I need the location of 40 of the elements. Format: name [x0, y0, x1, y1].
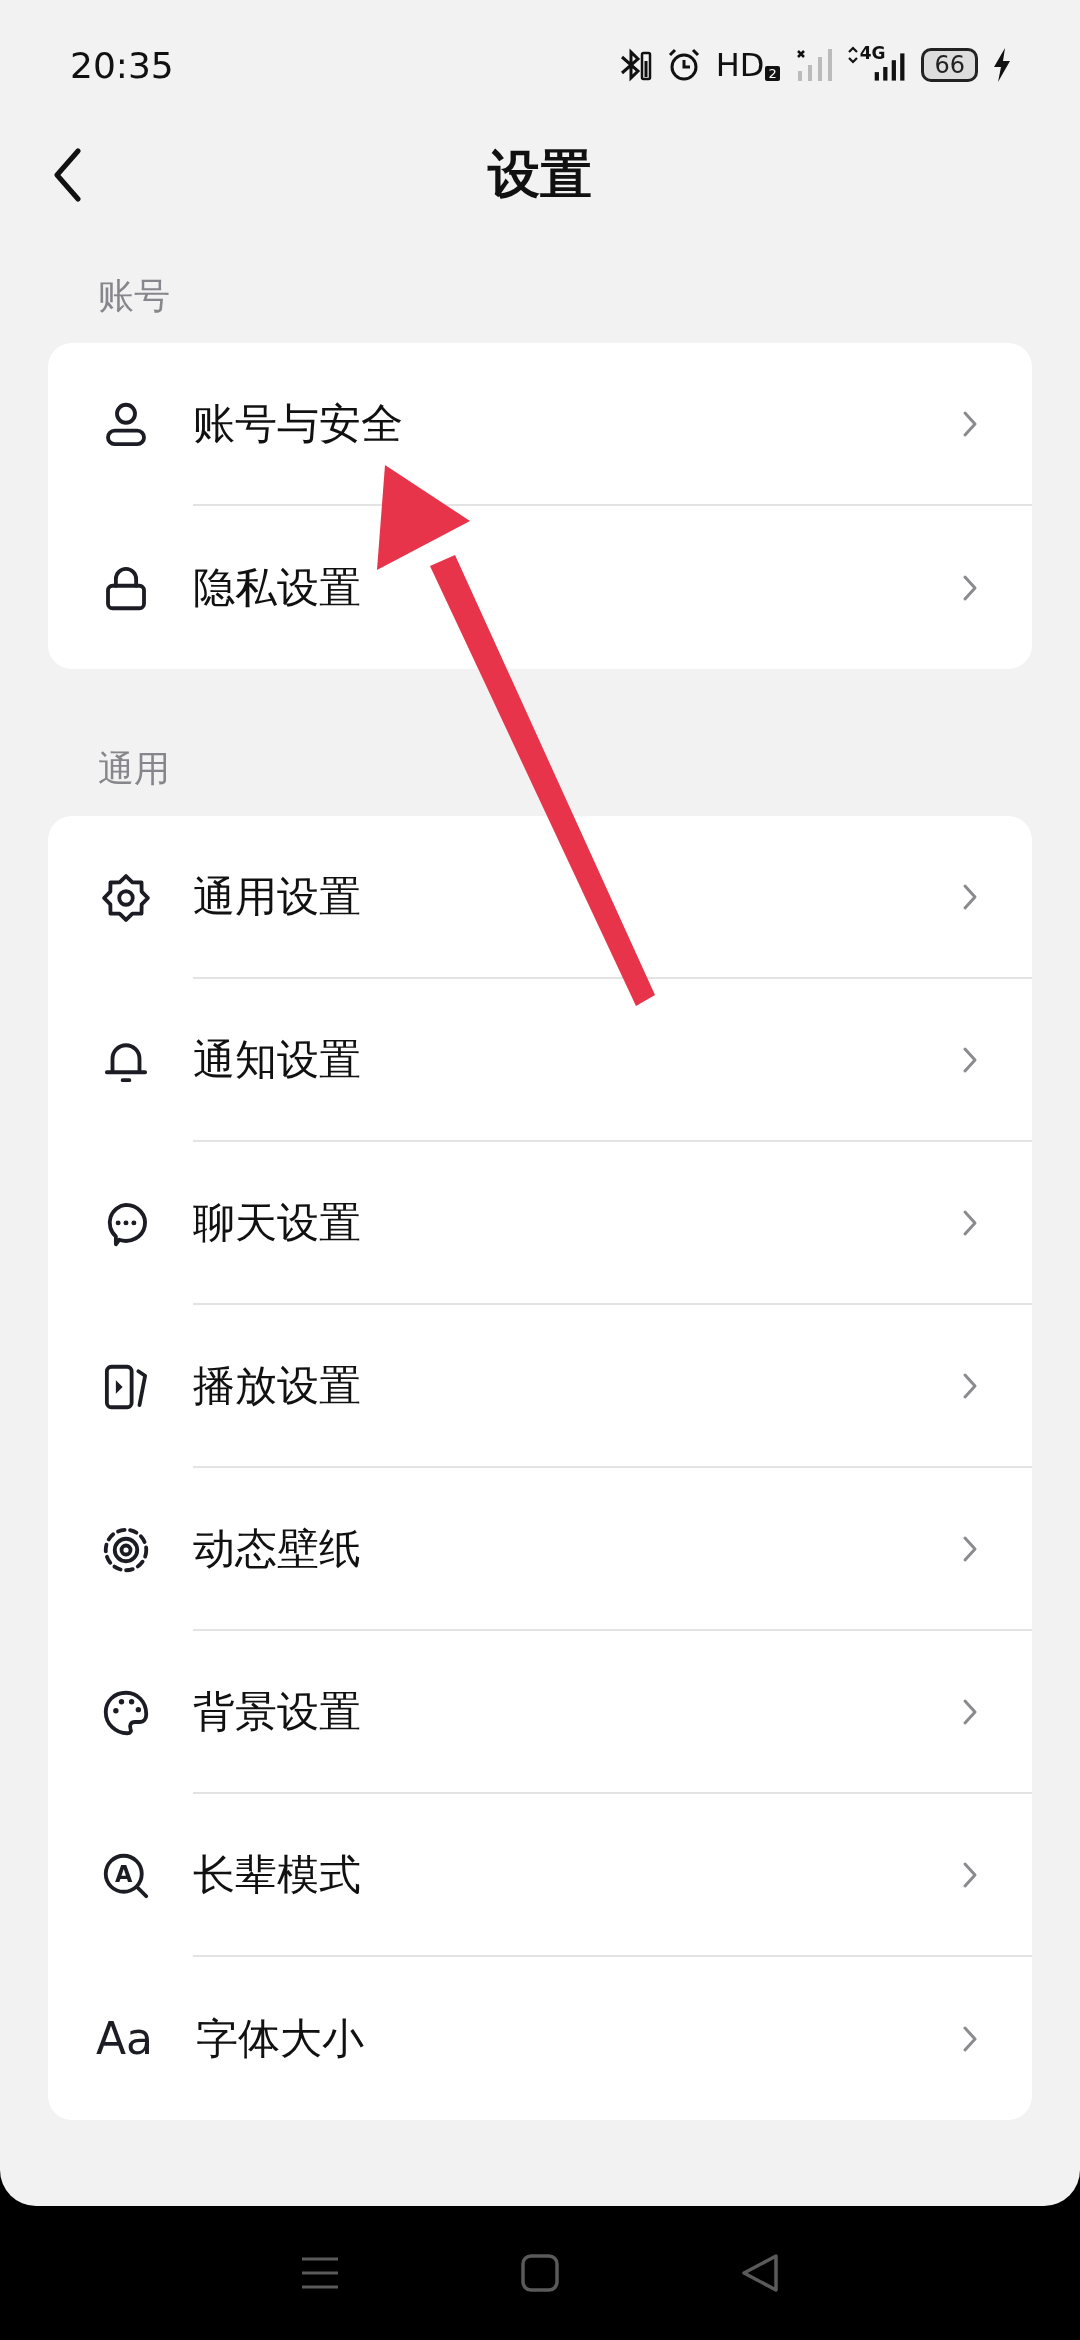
chevron-right-icon [962, 1697, 978, 1726]
charging-icon [992, 47, 1012, 83]
clock-time: 20:35 [70, 44, 174, 86]
chevron-right-icon [962, 573, 978, 602]
chevron-right-icon [962, 1860, 978, 1889]
row-label: 背景设置 [193, 1685, 361, 1738]
settings-row[interactable]: 背景设置 [48, 1631, 1032, 1795]
settings-row[interactable]: 隐私设置 [48, 506, 1032, 670]
chevron-right-icon [962, 2024, 978, 2053]
section-label: 通用 [97, 747, 171, 792]
row-label: 长辈模式 [193, 1848, 361, 1901]
chevron-right-icon [962, 409, 978, 438]
row-label: 字体大小 [196, 2012, 364, 2065]
sim-badge: 2 [765, 66, 780, 81]
row-label: 通用设置 [193, 870, 361, 923]
chevron-right-icon [962, 1208, 978, 1237]
row-label: 隐私设置 [193, 561, 361, 614]
chevron-right-icon [962, 1371, 978, 1400]
font-size-icon: Aa [96, 2013, 156, 2065]
row-label: 聊天设置 [193, 1196, 361, 1249]
data-arrows-icon [847, 45, 858, 65]
row-label: 账号与安全 [193, 397, 403, 450]
row-label: 动态壁纸 [193, 1522, 361, 1575]
settings-row[interactable]: 播放设置 [48, 1305, 1032, 1469]
battery-level: 66 [921, 47, 978, 83]
row-label: 播放设置 [193, 1359, 361, 1412]
settings-row[interactable]: 聊天设置 [48, 1142, 1032, 1306]
section-label: 账号 [97, 274, 171, 318]
hd-text: HD [715, 49, 765, 81]
back-icon[interactable] [52, 148, 82, 202]
row-label: 通知设置 [193, 1033, 361, 1086]
network-type: 4G [859, 45, 886, 62]
page-title: 设置 [488, 143, 592, 206]
chevron-right-icon [962, 1045, 978, 1074]
home-icon[interactable] [520, 2253, 560, 2293]
settings-row[interactable]: Aa 字体大小 [48, 1957, 1032, 2121]
chevron-right-icon [962, 882, 978, 911]
chevron-right-icon [962, 1534, 978, 1563]
settings-row[interactable]: 动态壁纸 [48, 1468, 1032, 1632]
settings-row[interactable]: A 长辈模式 [48, 1794, 1032, 1958]
